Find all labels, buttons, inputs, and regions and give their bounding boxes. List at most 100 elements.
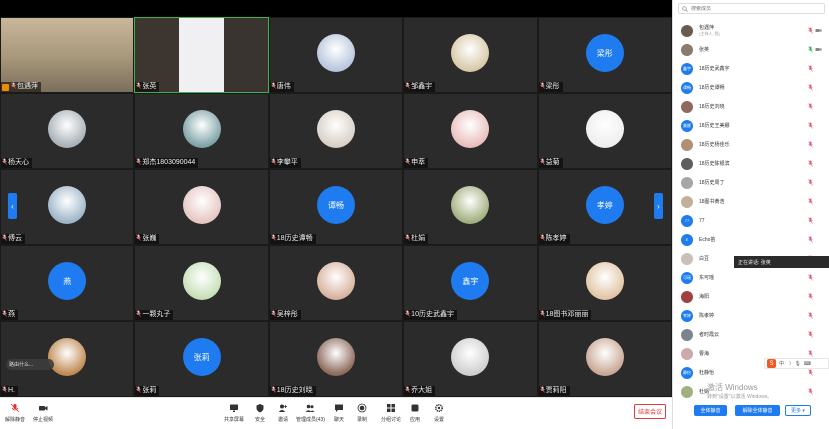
member-mic-icon[interactable] bbox=[808, 331, 813, 338]
member-name-block: 18历史谭畅 bbox=[699, 85, 725, 91]
unmute-all-button[interactable]: 解除全体静音 bbox=[735, 405, 780, 416]
participant-tile[interactable]: 张英 bbox=[134, 17, 269, 93]
participant-tile[interactable]: 张莉 张莉 bbox=[134, 321, 269, 397]
member-row[interactable]: 海阳 bbox=[673, 287, 829, 306]
ime-toolbar[interactable]: S 中 ☽ 🎙 ⌨ bbox=[764, 358, 829, 369]
member-mic-icon[interactable] bbox=[808, 160, 813, 167]
member-mic-icon[interactable] bbox=[808, 388, 813, 395]
participant-tile[interactable]: 乔大姐 bbox=[403, 321, 538, 397]
end-meeting-button[interactable]: 结束会议 bbox=[634, 404, 666, 419]
manage-members-button[interactable]: 管理成员(43) bbox=[296, 403, 325, 423]
prev-page-button[interactable]: ‹ bbox=[8, 193, 17, 219]
member-mic-icon[interactable] bbox=[808, 312, 813, 319]
member-row[interactable]: 孝婷 陈孝婷 bbox=[673, 306, 829, 325]
shield-icon bbox=[256, 404, 264, 413]
member-row[interactable]: 77 77 bbox=[673, 211, 829, 230]
member-mic-icon[interactable] bbox=[808, 369, 813, 376]
member-mic-icon[interactable] bbox=[808, 217, 813, 224]
settings-button[interactable]: 设置 bbox=[434, 403, 444, 423]
participant-avatar bbox=[316, 110, 355, 148]
member-mic-icon[interactable] bbox=[808, 350, 813, 357]
member-row[interactable]: 18图书黄浩 bbox=[673, 192, 829, 211]
participant-tile[interactable]: 吴梓彤 bbox=[268, 245, 404, 321]
participant-tile[interactable]: 18历史刘晓 bbox=[268, 321, 404, 397]
speaking-tooltip-text: 正在讲话: 张英 bbox=[738, 259, 771, 266]
member-search-input[interactable] bbox=[691, 5, 811, 12]
participant-tile[interactable]: 申萃 bbox=[403, 93, 538, 169]
chat-button[interactable]: 聊天 bbox=[334, 403, 344, 423]
participant-tile[interactable]: 益菊 bbox=[537, 93, 672, 169]
participant-tile[interactable]: 贾莉阳 bbox=[537, 321, 672, 397]
member-status-icons bbox=[808, 103, 813, 110]
member-row[interactable]: 谭畅 18历史谭畅 bbox=[673, 78, 829, 97]
member-camera-icon[interactable] bbox=[815, 46, 822, 53]
participant-tile[interactable]: 一颗丸子 bbox=[134, 245, 269, 321]
member-mic-icon[interactable] bbox=[808, 103, 813, 110]
member-status-icons bbox=[808, 27, 822, 34]
mute-button[interactable]: 解除静音 bbox=[5, 403, 25, 423]
participant-tile[interactable]: 18图书邓丽丽 bbox=[537, 245, 672, 321]
member-mic-icon[interactable] bbox=[808, 198, 813, 205]
participant-tile[interactable]: 郑杰1803090044 bbox=[134, 93, 269, 169]
participant-tile[interactable]: 谭畅 18历史谭畅 bbox=[268, 169, 404, 245]
member-row[interactable]: 包遇萍 (主持人, 我) bbox=[673, 21, 829, 40]
participant-tile[interactable]: 邹鑫宇 bbox=[403, 17, 538, 93]
security-label: 安全 bbox=[255, 417, 266, 423]
participant-name: 张莉 bbox=[142, 387, 157, 394]
member-mic-icon[interactable] bbox=[808, 27, 813, 34]
member-search[interactable] bbox=[678, 3, 825, 14]
member-mic-icon[interactable] bbox=[808, 122, 813, 129]
member-row[interactable]: 张英 bbox=[673, 40, 829, 59]
member-row[interactable]: E Echo苗 bbox=[673, 230, 829, 249]
member-row[interactable]: 者时霞云 bbox=[673, 325, 829, 344]
participant-tile[interactable]: 李攀平 bbox=[268, 93, 404, 169]
stop-video-button[interactable]: 停止视频 bbox=[33, 403, 53, 423]
participant-tile[interactable]: 包遇萍 bbox=[0, 17, 135, 93]
participant-avatar: 张莉 bbox=[182, 338, 221, 376]
apps-button[interactable]: 应用 bbox=[410, 403, 420, 423]
invite-button[interactable]: 邀请 bbox=[278, 403, 288, 423]
participant-name-tag: 傅云 bbox=[1, 233, 25, 244]
member-mic-icon[interactable] bbox=[808, 84, 813, 91]
share-screen-button[interactable]: 共享屏幕 bbox=[224, 403, 244, 423]
breakout-rooms-button[interactable]: 分组讨论 bbox=[381, 403, 401, 423]
member-avatar: 鑫宇 bbox=[681, 62, 693, 75]
next-page-button[interactable]: › bbox=[654, 193, 663, 219]
record-button[interactable]: 录制 bbox=[357, 403, 367, 423]
participant-name: 10历史武鑫宇 bbox=[411, 311, 454, 318]
participant-tile[interactable]: 孝婷 陈孝婷 bbox=[537, 169, 672, 245]
member-row[interactable]: 18历史刘晓 bbox=[673, 97, 829, 116]
member-name: 77 bbox=[699, 217, 705, 224]
participant-tile[interactable]: 唐伟 bbox=[268, 17, 404, 93]
member-mic-icon[interactable] bbox=[808, 65, 813, 72]
security-button[interactable]: 安全 bbox=[255, 403, 265, 423]
member-mic-icon[interactable] bbox=[808, 274, 813, 281]
participant-tile[interactable]: 杨天心 bbox=[0, 93, 135, 169]
mute-all-button[interactable]: 全体静音 bbox=[694, 405, 727, 416]
participant-name: 杨天心 bbox=[8, 159, 29, 166]
participant-tile[interactable]: 梁彤 梁彤 bbox=[537, 17, 672, 93]
participant-tile[interactable]: 鑫宇 10历史武鑫宇 bbox=[403, 245, 538, 321]
member-row[interactable]: 美娜 18历史王美娜 bbox=[673, 116, 829, 135]
participant-tile[interactable]: 傅云 bbox=[0, 169, 135, 245]
participant-tile[interactable]: 杜娟 bbox=[403, 169, 538, 245]
member-row[interactable]: 可瑶 东可瑶 bbox=[673, 268, 829, 287]
member-row[interactable]: 18历史周丁 bbox=[673, 173, 829, 192]
participant-name: 张英 bbox=[142, 83, 157, 90]
participant-avatar bbox=[182, 186, 221, 224]
member-camera-icon[interactable] bbox=[815, 27, 822, 34]
member-mic-icon[interactable] bbox=[808, 46, 813, 53]
more-button[interactable]: 更多 ▾ bbox=[785, 405, 811, 416]
member-row[interactable]: 18历史陈银滨 bbox=[673, 154, 829, 173]
member-avatar bbox=[681, 290, 693, 303]
member-mic-icon[interactable] bbox=[808, 141, 813, 148]
participant-name: 唐伟 bbox=[276, 83, 291, 90]
member-row[interactable]: 鑫宇 18历史武鑫宇 bbox=[673, 59, 829, 78]
participant-tile[interactable]: 张巍 bbox=[134, 169, 269, 245]
member-mic-icon[interactable] bbox=[808, 293, 813, 300]
member-mic-icon[interactable] bbox=[808, 236, 813, 243]
member-row[interactable]: 18历史杨佳乐 bbox=[673, 135, 829, 154]
member-mic-icon[interactable] bbox=[808, 179, 813, 186]
gear-icon bbox=[434, 403, 444, 413]
participant-tile[interactable]: 燕燕 bbox=[0, 245, 135, 321]
